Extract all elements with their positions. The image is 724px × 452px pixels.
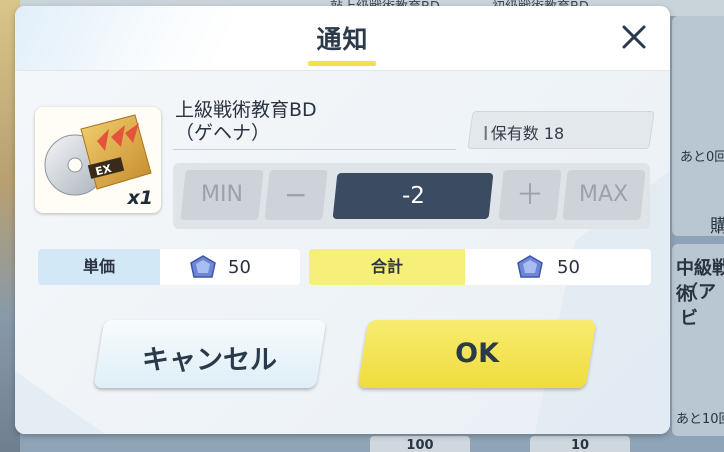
background-card-text: 購 — [710, 216, 724, 237]
owned-count-box: 保有数 18 — [467, 111, 655, 149]
total-price-value-cell: 50 — [465, 249, 651, 285]
quantity-value: -2 — [401, 183, 425, 209]
pyroxene-gem-icon — [517, 255, 543, 278]
title-underline — [308, 61, 376, 66]
total-price-label: 合計 — [309, 249, 465, 285]
ok-button[interactable]: OK — [357, 320, 597, 388]
owned-marker — [484, 126, 487, 140]
max-button[interactable]: MAX — [562, 170, 646, 220]
item-name-line2: （ゲヘナ） — [175, 122, 271, 144]
item-name: 上級戦術教育BD （ゲヘナ） — [175, 99, 460, 145]
background-price-tag: 10 — [530, 436, 630, 452]
background-card: 中級戦術 （アビ あと10回 — [672, 244, 724, 436]
unit-price-label: 単価 — [38, 249, 160, 285]
minus-button[interactable]: − — [264, 170, 328, 220]
min-button[interactable]: MIN — [180, 170, 264, 220]
item-name-divider — [173, 149, 456, 150]
plus-icon: ＋ — [515, 178, 544, 211]
pyroxene-gem-icon — [190, 255, 216, 278]
item-quantity-badge: x1 — [127, 187, 153, 209]
minus-icon: − — [284, 178, 308, 211]
unit-price-value: 50 — [228, 257, 251, 278]
close-icon — [622, 25, 646, 49]
purchase-notice-dialog: 通知 EX x1 上級戦術教育BD （ゲヘナ） 保有数 18 MIN − -2 … — [15, 6, 670, 434]
background-card-text: あと0回 — [680, 150, 724, 165]
plus-button[interactable]: ＋ — [498, 170, 562, 220]
owned-label: 保有数 — [490, 124, 539, 143]
dialog-title: 通知 — [316, 25, 369, 54]
dialog-header: 通知 — [15, 6, 670, 70]
cancel-button[interactable]: キャンセル — [93, 320, 327, 388]
background-price-tag: 100 — [370, 436, 470, 452]
total-price-value: 50 — [557, 257, 580, 278]
unit-price-value-cell: 50 — [160, 249, 300, 285]
quantity-display: -2 — [332, 173, 494, 219]
item-name-line1: 上級戦術教育BD — [175, 99, 317, 121]
ok-button-label: OK — [455, 338, 500, 369]
background-card: あと0回 購 — [672, 16, 724, 237]
unit-price-row: 単価 50 — [38, 249, 300, 285]
owned-value: 18 — [543, 124, 565, 143]
background-card-text: あと10回 — [676, 412, 724, 427]
cancel-button-label: キャンセル — [141, 345, 277, 376]
close-button[interactable] — [617, 20, 651, 54]
total-price-row: 合計 50 — [309, 249, 651, 285]
background-card-text: （アビ — [680, 282, 716, 329]
item-icon-frame[interactable]: EX x1 — [35, 107, 161, 213]
